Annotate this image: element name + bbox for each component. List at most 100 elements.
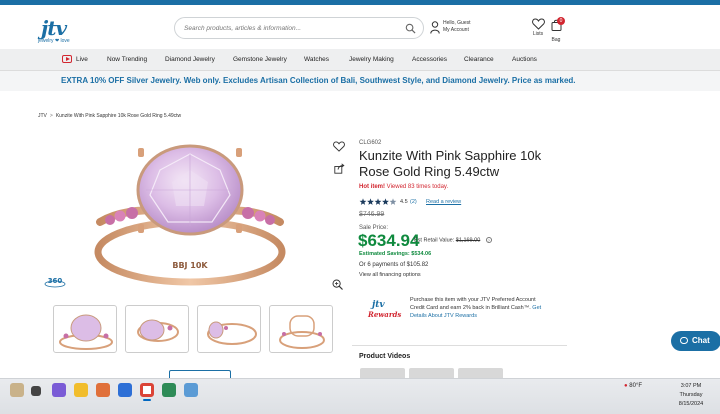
rating-stars bbox=[359, 198, 397, 205]
lists-button[interactable]: Lists bbox=[530, 18, 546, 42]
review-count[interactable]: (2) bbox=[410, 199, 417, 205]
active-app-indicator bbox=[143, 399, 151, 401]
promo-text: EXTRA 10% OFF Silver Jewelry. Web only. … bbox=[61, 76, 576, 85]
chat-bubble-icon bbox=[680, 337, 688, 344]
product-rating: 4.5 (2) Read a review bbox=[359, 198, 461, 207]
video-thumbnail-3[interactable] bbox=[458, 368, 503, 378]
breadcrumb-root[interactable]: JTV bbox=[38, 113, 47, 119]
site-header: jtv jewelry ❤ love Hello, Guest My Accou… bbox=[0, 5, 720, 49]
thumbnail-1[interactable] bbox=[53, 305, 117, 353]
view-360-label: 360 bbox=[48, 277, 63, 285]
nav-item-clearance[interactable]: Clearance bbox=[464, 56, 494, 63]
breadcrumb-current: Kunzite With Pink Sapphire 10k Rose Gold… bbox=[55, 113, 182, 119]
rating-value: 4.5 bbox=[400, 199, 408, 205]
weather-icon: ● bbox=[624, 383, 628, 389]
wishlist-heart-icon[interactable] bbox=[333, 141, 345, 152]
rating-star-4 bbox=[382, 198, 389, 205]
temperature: 80°F bbox=[629, 383, 643, 389]
bag-button[interactable]: 0 Bag bbox=[549, 17, 565, 43]
clock-day: Thursday bbox=[679, 392, 703, 398]
nav-item-live[interactable]: Live bbox=[76, 56, 88, 63]
rotate-360-icon: 360 bbox=[44, 277, 66, 288]
financing-link[interactable]: View all financing options bbox=[359, 272, 421, 278]
clock-time: 3:07 PM bbox=[680, 383, 702, 389]
nav-item-now-trending[interactable]: Now Trending bbox=[107, 56, 147, 63]
account-greeting: Hello, Guest bbox=[443, 20, 471, 26]
jtv-logo[interactable]: jtv jewelry ❤ love bbox=[38, 14, 78, 48]
thumbnail-2-image bbox=[137, 319, 179, 342]
thumbnail-1-image bbox=[59, 314, 113, 350]
info-icon[interactable]: ? bbox=[485, 237, 492, 243]
thumbnail-3[interactable] bbox=[197, 305, 261, 353]
nav-item-gemstone-jewelry[interactable]: Gemstone Jewelry bbox=[233, 56, 287, 63]
nav-item-watches[interactable]: Watches bbox=[304, 56, 329, 63]
nav-item-accessories[interactable]: Accessories bbox=[412, 56, 447, 63]
rating-star-5 bbox=[389, 198, 397, 205]
taskbar-widget-icon[interactable] bbox=[10, 383, 24, 397]
retail-value: Est Retail Value: $1,169.00 ? bbox=[414, 237, 492, 243]
rewards-text: Purchase this item with your JTV Preferr… bbox=[410, 297, 536, 311]
rewards-promo: Purchase this item with your JTV Preferr… bbox=[410, 296, 550, 320]
chat-button[interactable]: Chat bbox=[671, 331, 720, 351]
chrome-icon[interactable] bbox=[140, 383, 154, 397]
search-icon[interactable] bbox=[405, 23, 416, 34]
thumbnail-2[interactable] bbox=[125, 305, 189, 353]
rating-star-1 bbox=[359, 198, 367, 205]
weather-indicator[interactable]: ● 80°F bbox=[624, 383, 642, 389]
zoom-icon[interactable] bbox=[332, 279, 343, 290]
breadcrumb: JTV > Kunzite With Pink Sapphire 10k Rose … bbox=[38, 113, 181, 119]
nav-item-diamond-jewelry[interactable]: Diamond Jewelry bbox=[165, 56, 215, 63]
jtv-rewards-logo: jtv Rewards bbox=[366, 300, 404, 320]
payment-plan: Or 6 payments of $105.82 bbox=[359, 262, 429, 268]
product-title: Kunzite With Pink Sapphire 10k Rose Gold… bbox=[359, 148, 542, 179]
copilot-icon[interactable] bbox=[52, 383, 66, 397]
video-thumbnail-2[interactable] bbox=[409, 368, 454, 378]
rating-star-2 bbox=[367, 198, 374, 205]
view-360-badge[interactable]: 360 bbox=[44, 276, 66, 288]
heart-icon bbox=[531, 18, 545, 30]
thumbnail-4[interactable] bbox=[269, 305, 333, 353]
section-divider bbox=[352, 345, 567, 346]
estimated-savings: Estimated Savings: $534.06 bbox=[359, 251, 432, 257]
search-input[interactable] bbox=[184, 21, 394, 35]
account-menu[interactable]: Hello, Guest My Account bbox=[430, 20, 490, 38]
video-thumbnail-1[interactable] bbox=[360, 368, 405, 378]
promo-banner[interactable]: EXTRA 10% OFF Silver Jewelry. Web only. … bbox=[0, 71, 720, 91]
retail-label: Est Retail Value: bbox=[414, 237, 455, 244]
search-bar[interactable] bbox=[174, 17, 424, 39]
sale-price: $634.94 bbox=[358, 231, 420, 250]
bag-label: Bag bbox=[551, 37, 561, 43]
main-navigation: Live Now Trending Diamond Jewelry Gemsto… bbox=[0, 49, 720, 71]
logo-tagline: jewelry ❤ love bbox=[38, 38, 70, 44]
original-price: $746.99 bbox=[359, 211, 385, 218]
media-app-icon[interactable] bbox=[96, 383, 110, 397]
app-icon-2[interactable] bbox=[184, 383, 198, 397]
product-sku: CLG602 bbox=[359, 140, 382, 146]
retail-amount: $1,169.00 bbox=[455, 237, 481, 244]
thumbnail-strip bbox=[53, 305, 333, 355]
app-icon[interactable] bbox=[118, 383, 132, 397]
hot-item-views: Viewed 83 times today. bbox=[386, 184, 449, 190]
live-play-icon[interactable] bbox=[62, 55, 72, 63]
spreadsheet-icon[interactable] bbox=[162, 383, 176, 397]
nav-item-jewelry-making[interactable]: Jewelry Making bbox=[349, 56, 394, 63]
product-videos-heading: Product Videos bbox=[359, 353, 411, 360]
logo-text: jtv bbox=[41, 16, 67, 40]
account-link[interactable]: My Account bbox=[443, 27, 469, 33]
system-clock[interactable]: 3:07 PM Thursday 8/15/2024 bbox=[674, 382, 708, 409]
lists-label: Lists bbox=[532, 31, 544, 37]
thumbnail-3-image bbox=[207, 321, 257, 345]
bag-count-badge: 0 bbox=[557, 17, 565, 25]
clock-date: 8/15/2024 bbox=[678, 401, 704, 407]
hot-item-label: Hot item! bbox=[359, 184, 385, 190]
read-review-link[interactable]: Read a review bbox=[426, 199, 461, 205]
nav-item-auctions[interactable]: Auctions bbox=[512, 56, 537, 63]
thumbnail-4-image bbox=[279, 315, 325, 349]
share-icon[interactable] bbox=[334, 163, 345, 174]
product-main-image[interactable]: BBJ 10K bbox=[80, 140, 300, 290]
rewards-logo-rewards: Rewards bbox=[368, 310, 402, 319]
file-explorer-icon[interactable] bbox=[74, 383, 88, 397]
hot-item-notice: Hot item! Viewed 83 times today. bbox=[359, 184, 448, 190]
task-view-icon[interactable] bbox=[31, 386, 41, 396]
breadcrumb-separator: > bbox=[49, 113, 53, 119]
